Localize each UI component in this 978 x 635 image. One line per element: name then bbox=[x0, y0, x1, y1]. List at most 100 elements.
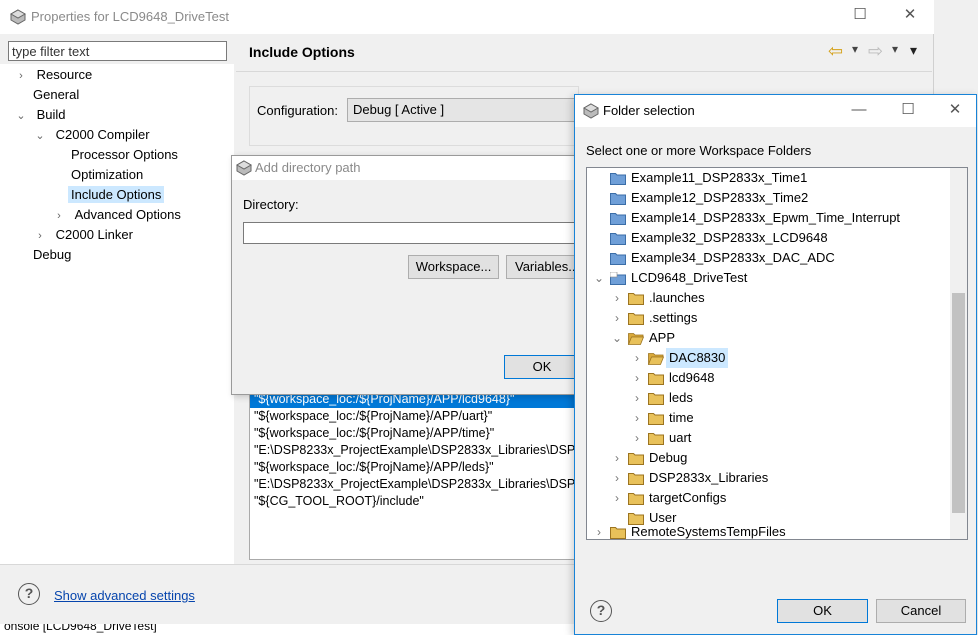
folder-open-icon bbox=[628, 333, 644, 345]
folder-tree-item[interactable]: › Debug bbox=[587, 448, 947, 468]
dialog-title: Add directory path bbox=[255, 160, 361, 175]
tree-item-debug[interactable]: Debug bbox=[33, 245, 71, 265]
folder-tree-item[interactable]: Example34_DSP2833x_DAC_ADC bbox=[587, 248, 947, 268]
chevron-down-icon[interactable]: ⌄ bbox=[14, 106, 28, 126]
folder-tree-item[interactable]: ⌄ APP bbox=[587, 328, 947, 348]
chevron-right-icon[interactable]: › bbox=[14, 66, 28, 86]
tree-item-c2000-linker[interactable]: › C2000 Linker bbox=[33, 225, 133, 245]
chevron-right-icon[interactable]: › bbox=[611, 488, 623, 508]
chevron-right-icon[interactable]: › bbox=[611, 288, 623, 308]
folder-tree-item[interactable]: Example12_DSP2833x_Time2 bbox=[587, 188, 947, 208]
tree-item-resource[interactable]: › Resource bbox=[14, 65, 92, 85]
scrollbar-thumb[interactable] bbox=[952, 293, 965, 513]
window-title: Properties for LCD9648_DriveTest bbox=[31, 9, 229, 24]
configuration-label: Configuration: bbox=[257, 103, 338, 118]
tree-item-processor-options[interactable]: Processor Options bbox=[71, 145, 178, 165]
chevron-right-icon[interactable]: › bbox=[611, 448, 623, 468]
view-menu-icon[interactable]: ▾ bbox=[910, 42, 917, 59]
folder-tree-item-label: lcd9648 bbox=[669, 370, 715, 385]
show-advanced-settings-link[interactable]: Show advanced settings bbox=[54, 588, 195, 603]
folder-tree-item[interactable]: Example32_DSP2833x_LCD9648 bbox=[587, 228, 947, 248]
chevron-down-icon[interactable]: ⌄ bbox=[33, 126, 47, 146]
chevron-right-icon[interactable]: › bbox=[611, 468, 623, 488]
folder-tree-item[interactable]: › .settings bbox=[587, 308, 947, 328]
console-tab[interactable]: onsole [LCD9648_DriveTest] bbox=[0, 624, 580, 635]
list-item[interactable]: "E:\DSP8233x_ProjectExample\DSP2833x_Lib… bbox=[250, 476, 578, 493]
forward-dropdown-icon[interactable]: ▾ bbox=[892, 42, 898, 56]
forward-arrow-icon[interactable]: ⇨ bbox=[868, 41, 883, 62]
directory-label: Directory: bbox=[243, 197, 299, 212]
chevron-down-icon[interactable]: ⌄ bbox=[593, 268, 605, 288]
variables-button[interactable]: Variables... bbox=[506, 255, 580, 279]
tree-item-build[interactable]: ⌄ Build bbox=[14, 105, 65, 126]
ccs-project-icon bbox=[610, 272, 626, 285]
project-folder-icon bbox=[610, 253, 626, 265]
cancel-button[interactable]: Cancel bbox=[876, 599, 966, 623]
folder-tree-item[interactable]: › DSP2833x_Libraries bbox=[587, 468, 947, 488]
tree-item-c2000-compiler[interactable]: ⌄ C2000 Compiler bbox=[33, 125, 149, 146]
chevron-right-icon[interactable]: › bbox=[611, 308, 623, 328]
folder-tree-item-label: Example34_DSP2833x_DAC_ADC bbox=[631, 250, 835, 265]
folder-tree-item[interactable]: › DAC8830 bbox=[587, 348, 947, 368]
folder-tree-item-label: Example12_DSP2833x_Time2 bbox=[631, 190, 809, 205]
help-icon[interactable]: ? bbox=[590, 600, 612, 622]
tree-item-include-options[interactable]: Include Options bbox=[68, 185, 165, 205]
folder-tree-item-label: Example32_DSP2833x_LCD9648 bbox=[631, 230, 828, 245]
back-arrow-icon[interactable]: ⇦ bbox=[828, 41, 843, 62]
chevron-right-icon[interactable]: › bbox=[631, 348, 643, 368]
folder-tree-item[interactable]: › targetConfigs bbox=[587, 488, 947, 508]
chevron-right-icon[interactable]: › bbox=[52, 206, 66, 226]
ok-button[interactable]: OK bbox=[504, 355, 580, 379]
folder-icon bbox=[628, 493, 644, 505]
folder-tree-item[interactable]: › uart bbox=[587, 428, 947, 448]
workspace-button[interactable]: Workspace... bbox=[408, 255, 499, 279]
tree-item-general[interactable]: General bbox=[33, 85, 79, 105]
folder-selection-titlebar: Folder selection — ☐ ✕ bbox=[575, 95, 976, 127]
folder-tree-item[interactable]: › lcd9648 bbox=[587, 368, 947, 388]
back-dropdown-icon[interactable]: ▾ bbox=[852, 42, 858, 56]
close-icon[interactable]: ✕ bbox=[945, 100, 965, 120]
dialog-title: Folder selection bbox=[603, 103, 695, 118]
chevron-right-icon[interactable]: › bbox=[33, 226, 47, 246]
list-item[interactable]: "${workspace_loc:/${ProjName}/APP/uart}" bbox=[250, 408, 578, 425]
list-item[interactable]: "${workspace_loc:/${ProjName}/APP/time}" bbox=[250, 425, 578, 442]
properties-titlebar: Properties for LCD9648_DriveTest ☐ ✕ bbox=[0, 0, 934, 34]
configuration-select[interactable]: Debug [ Active ] bbox=[347, 98, 579, 122]
tree-item-advanced-options[interactable]: › Advanced Options bbox=[52, 205, 181, 225]
filter-input[interactable] bbox=[8, 41, 227, 61]
chevron-right-icon[interactable]: › bbox=[631, 408, 643, 428]
folder-tree-item-label: DSP2833x_Libraries bbox=[649, 470, 769, 485]
list-item[interactable]: "E:\DSP8233x_ProjectExample\DSP2833x_Lib… bbox=[250, 442, 578, 459]
directory-input[interactable] bbox=[243, 222, 579, 244]
ok-button[interactable]: OK bbox=[777, 599, 868, 623]
folder-icon bbox=[648, 393, 664, 405]
page-header: Include Options ⇦ ▾ ⇨ ▾ ▾ bbox=[236, 34, 932, 72]
maximize-icon[interactable]: ☐ bbox=[850, 5, 870, 25]
chevron-right-icon[interactable]: › bbox=[631, 388, 643, 408]
chevron-right-icon[interactable]: › bbox=[593, 522, 605, 539]
folder-tree-item[interactable]: › leds bbox=[587, 388, 947, 408]
project-folder-icon bbox=[610, 173, 626, 185]
minimize-icon[interactable]: — bbox=[849, 100, 869, 120]
list-item[interactable]: "${workspace_loc:/${ProjName}/APP/leds}" bbox=[250, 459, 578, 476]
folder-tree-item[interactable]: › .launches bbox=[587, 288, 947, 308]
list-item[interactable]: "${CG_TOOL_ROOT}/include" bbox=[250, 493, 578, 510]
chevron-right-icon[interactable]: › bbox=[631, 368, 643, 388]
folder-tree-item[interactable]: Example14_DSP2833x_Epwm_Time_Interrupt bbox=[587, 208, 947, 228]
folder-tree-item[interactable]: › RemoteSystemsTempFiles bbox=[587, 522, 947, 539]
folder-tree[interactable]: Example11_DSP2833x_Time1 Example12_DSP283… bbox=[586, 167, 968, 540]
add-directory-dialog: Add directory path Directory: Workspace.… bbox=[231, 155, 580, 395]
include-paths-list[interactable]: "${workspace_loc:/${ProjName}/APP/lcd964… bbox=[249, 390, 579, 560]
folder-tree-item[interactable]: ⌄ LCD9648_DriveTest bbox=[587, 268, 947, 288]
folder-icon bbox=[648, 373, 664, 385]
tree-item-optimization[interactable]: Optimization bbox=[71, 165, 143, 185]
chevron-down-icon[interactable]: ⌄ bbox=[611, 328, 623, 348]
close-icon[interactable]: ✕ bbox=[900, 5, 920, 25]
folder-tree-item[interactable]: › time bbox=[587, 408, 947, 428]
maximize-icon[interactable]: ☐ bbox=[898, 100, 918, 120]
folder-tree-item-label: LCD9648_DriveTest bbox=[631, 270, 748, 285]
folder-tree-item[interactable]: Example11_DSP2833x_Time1 bbox=[587, 168, 947, 188]
tree-item-label: Advanced Options bbox=[74, 207, 181, 222]
chevron-right-icon[interactable]: › bbox=[631, 428, 643, 448]
help-icon[interactable]: ? bbox=[18, 583, 40, 605]
